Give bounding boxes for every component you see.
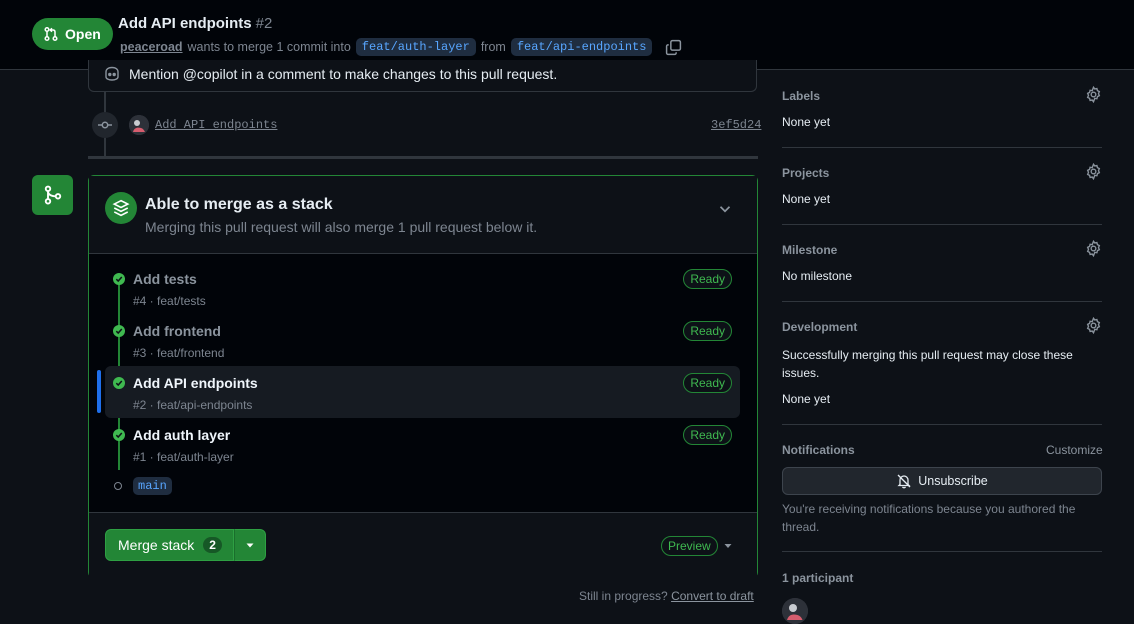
base-branch-label[interactable]: main (133, 477, 172, 495)
convert-to-draft-link[interactable]: Convert to draft (671, 589, 754, 603)
stack-item-title[interactable]: Add API endpoints (133, 375, 258, 391)
sidebar-divider (782, 551, 1102, 552)
copilot-icon (103, 66, 121, 82)
merge-options-button[interactable] (234, 529, 266, 561)
commit-icon (92, 112, 118, 138)
stack-item-title[interactable]: Add tests (133, 271, 197, 287)
pr-state-label: Open (65, 26, 101, 42)
commit-message-link[interactable]: Add API endpoints (155, 118, 277, 132)
copy-icon[interactable] (665, 39, 682, 56)
unsubscribe-button[interactable]: Unsubscribe (782, 467, 1102, 495)
merge-stack-label: Merge stack (118, 537, 195, 553)
ready-badge: Ready (683, 425, 732, 445)
projects-heading[interactable]: Projects (782, 166, 829, 180)
stack-item-meta: #2 · feat/api-endpoints (133, 398, 253, 412)
milestone-value: No milestone (782, 269, 853, 283)
merge-stack-button[interactable]: Merge stack 2 (105, 529, 234, 561)
merge-status-subtitle: Merging this pull request will also merg… (145, 219, 538, 235)
gear-icon[interactable] (1085, 86, 1102, 103)
chevron-down-icon[interactable] (716, 200, 734, 218)
stack-item-title[interactable]: Add auth layer (133, 427, 230, 443)
base-branch[interactable]: feat/auth-layer (355, 38, 476, 56)
stack-item[interactable]: Add auth layer #1 · feat/auth-layer Read… (105, 422, 740, 474)
notifications-reason: You're receiving notifications because y… (782, 502, 1076, 534)
unsubscribe-label: Unsubscribe (918, 474, 988, 488)
timeline-divider (88, 156, 758, 159)
development-heading[interactable]: Development (782, 320, 857, 334)
ready-badge: Ready (683, 373, 732, 393)
triangle-down-icon (245, 540, 255, 550)
stack-item[interactable]: Add frontend #3 · feat/frontend Ready (105, 318, 740, 370)
merge-box-header (89, 176, 757, 254)
merge-text-1: wants to merge 1 commit into (187, 40, 351, 54)
pr-merge-summary: peaceroad wants to merge 1 commit into f… (120, 38, 682, 56)
gear-icon[interactable] (1085, 163, 1102, 180)
check-circle-icon (113, 429, 125, 441)
head-branch[interactable]: feat/api-endpoints (510, 38, 653, 56)
labels-value: None yet (782, 115, 831, 129)
preview-dropdown-icon[interactable] (723, 541, 733, 551)
notifications-heading: Notifications (782, 443, 855, 457)
ready-badge: Ready (683, 269, 732, 289)
pr-title: Add API endpoints #2 (118, 15, 272, 32)
customize-link[interactable]: Customize (1046, 443, 1103, 457)
development-value: None yet (782, 392, 831, 406)
merge-text-2: from (480, 40, 506, 54)
sidebar-divider (782, 224, 1102, 225)
draft-prompt-text: Still in progress? (579, 589, 668, 603)
pr-number: #2 (255, 15, 273, 32)
copilot-hint-text: Mention @copilot in a comment to make ch… (129, 66, 558, 82)
check-circle-icon (113, 325, 125, 337)
bell-slash-icon (896, 473, 912, 489)
participant-avatar[interactable] (782, 598, 808, 624)
stack-item-meta: #3 · feat/frontend (133, 346, 225, 360)
sidebar-divider (782, 147, 1102, 148)
projects-value: None yet (782, 192, 831, 206)
sidebar-divider (782, 301, 1102, 302)
stack-item-meta: #4 · feat/tests (133, 294, 206, 308)
git-pull-request-icon (43, 26, 59, 42)
check-circle-icon (113, 377, 125, 389)
stack-item-meta: #1 · feat/auth-layer (133, 450, 234, 464)
participants-heading: 1 participant (782, 571, 854, 585)
stack-icon (105, 192, 137, 224)
gear-icon[interactable] (1085, 317, 1102, 334)
stack-item-title[interactable]: Add frontend (133, 323, 221, 339)
development-description: Successfully merging this pull request m… (782, 348, 1073, 380)
sidebar-divider (782, 424, 1102, 425)
pr-title-text: Add API endpoints (118, 15, 252, 32)
merge-status-title: Able to merge as a stack (145, 196, 333, 213)
ready-badge: Ready (683, 321, 732, 341)
stack-item[interactable]: Add tests #4 · feat/tests Ready (105, 266, 740, 318)
gear-icon[interactable] (1085, 240, 1102, 257)
milestone-heading[interactable]: Milestone (782, 243, 837, 257)
stack-item-current[interactable]: Add API endpoints #2 · feat/api-endpoint… (105, 366, 740, 418)
current-pr-marker (97, 370, 101, 413)
labels-heading[interactable]: Labels (782, 89, 820, 103)
base-branch-node (114, 482, 122, 490)
commit-author-avatar[interactable] (129, 115, 149, 135)
author-link[interactable]: peaceroad (120, 40, 183, 54)
merge-count-badge: 2 (203, 537, 222, 553)
commit-sha-link[interactable]: 3ef5d24 (711, 118, 761, 132)
git-merge-icon (32, 175, 73, 215)
pr-state-badge: Open (32, 18, 113, 50)
draft-prompt: Still in progress? Convert to draft (579, 589, 754, 603)
preview-badge: Preview (661, 536, 718, 556)
check-circle-icon (113, 273, 125, 285)
